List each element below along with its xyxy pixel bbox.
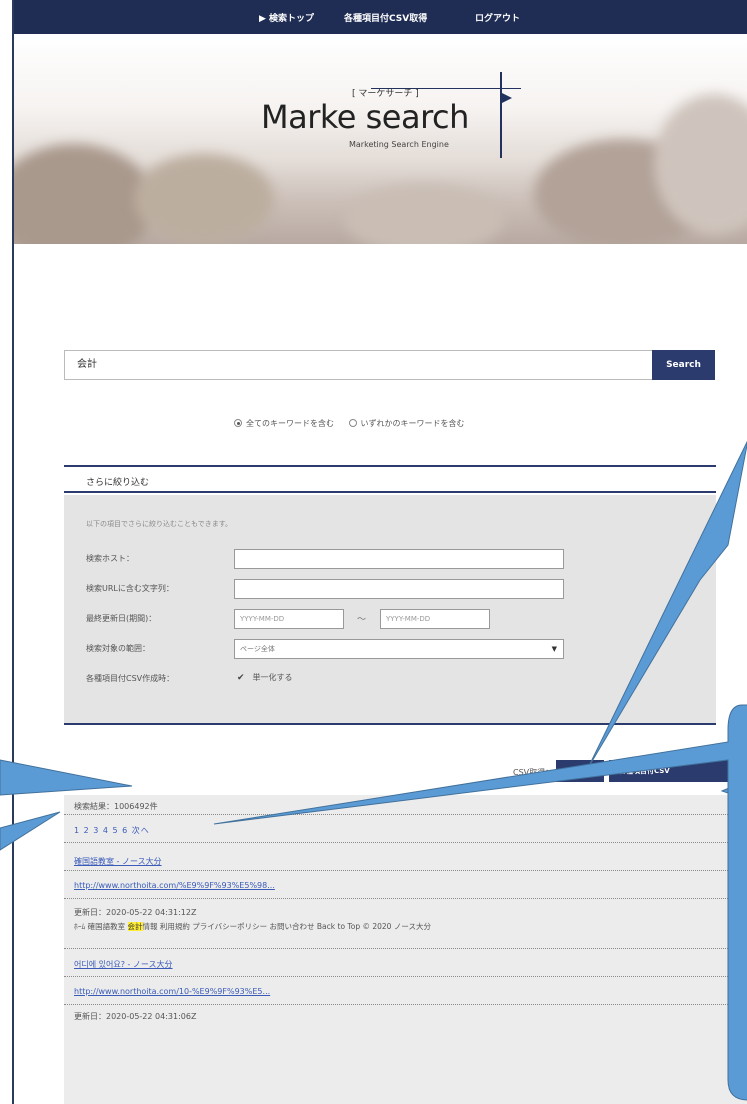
scope-select[interactable]: ページ全体 ▼ [234, 639, 564, 659]
nav-csv-download[interactable]: 各種項目付CSV取得 [344, 11, 427, 24]
radio-selected-icon [234, 419, 242, 427]
host-input[interactable] [234, 549, 564, 569]
scope-label: 検索対象の範囲： [86, 644, 150, 653]
result-title-link[interactable]: 確国語教室 - ノース大分 [74, 856, 162, 867]
date-from-input[interactable]: YYYY-MM-DD [234, 609, 344, 629]
result-detail-row: 更新日：2020-05-22 04:31:06Z [64, 1005, 747, 1035]
checkmark-icon: ✔ [237, 673, 245, 683]
result-snippet: ﾎｰﾑ 確国語教室 会計情報 利用規約 プライバシーポリシー お問い合わせ Ba… [74, 922, 431, 931]
date-to-input[interactable]: YYYY-MM-DD [380, 609, 490, 629]
keyword-mode-radios: 全てのキーワードを含む いずれかのキーワードを含む [234, 418, 465, 429]
result-url-link[interactable]: http://www.northoita.com/%E9%9F%93%E5%98… [74, 881, 275, 890]
url-label: 検索URLに含む文字列： [86, 584, 174, 593]
search-input[interactable]: 会計 [64, 350, 656, 380]
result-title-link[interactable]: 어디에 있어요? - ノース大分 [74, 959, 173, 970]
date-label: 最終更新日(期間)： [86, 614, 157, 623]
host-label: 検索ホスト： [86, 554, 134, 563]
search-button[interactable]: Search [652, 350, 715, 380]
filter-header: さらに絞り込む [64, 465, 716, 493]
radio-empty-icon [348, 419, 357, 427]
radio-all-keywords[interactable]: 全てのキーワードを含む [234, 419, 334, 428]
result-detail-row: 更新日：2020-05-22 04:31:12Z ﾎｰﾑ 確国語教室 会計情報 … [64, 899, 747, 949]
hero-banner: [ マーケサーチ ] Marke search Marketing Search… [14, 34, 747, 244]
radio-any-keyword[interactable]: いずれかのキーワードを含む [348, 419, 465, 428]
logo-mast [500, 72, 502, 158]
filter-hint: 以下の項目でさらに絞り込むこともできます。 [86, 520, 233, 528]
result-title-row: 確国語教室 - ノース大分 [64, 843, 747, 871]
csv-list-only-button[interactable]: 一覧のみ [556, 760, 604, 782]
single-csv-checkbox[interactable]: ✔ 単一化する [237, 672, 293, 683]
pagination[interactable]: 1 2 3 4 5 6 次へ [74, 825, 150, 836]
result-title-row: 어디에 있어요? - ノース大分 [64, 949, 747, 977]
top-nav: ▶ 検索トップ 各種項目付CSV取得 ログアウト [14, 0, 747, 34]
page-frame: ▶ 検索トップ 各種項目付CSV取得 ログアウト [ マーケサーチ ] Mark… [12, 0, 747, 1104]
nav-logout[interactable]: ログアウト [475, 11, 520, 24]
csv-with-fields-button[interactable]: 各種項目付CSV [609, 760, 747, 782]
logo-flag-icon [500, 92, 512, 104]
result-updated: 更新日：2020-05-22 04:31:12Z [74, 908, 197, 917]
nav-search-top[interactable]: ▶ 検索トップ [259, 11, 314, 24]
logo-tagline: Marketing Search Engine [349, 140, 449, 149]
result-updated: 更新日：2020-05-22 04:31:06Z [74, 1012, 197, 1021]
url-input[interactable] [234, 579, 564, 599]
pagination-row: 1 2 3 4 5 6 次へ [64, 815, 747, 843]
filter-body: 以下の項目でさらに絞り込むこともできます。 検索ホスト： 検索URLに含む文字列… [64, 495, 716, 725]
result-url-link[interactable]: http://www.northoita.com/10-%E9%9F%93%E5… [74, 987, 270, 996]
csv-label: CSV取得： [513, 768, 554, 777]
result-url-row: http://www.northoita.com/%E9%9F%93%E5%98… [64, 871, 747, 899]
result-url-row: http://www.northoita.com/10-%E9%9F%93%E5… [64, 977, 747, 1005]
results-count: 検索結果：1006492件 [74, 802, 158, 811]
keyword-highlight: 会計 [127, 922, 143, 931]
logo-name: Marke search [261, 98, 469, 136]
filter-panel: さらに絞り込む 以下の項目でさらに絞り込むこともできます。 検索ホスト： 検索U… [64, 465, 716, 725]
results-panel: 検索結果：1006492件 1 2 3 4 5 6 次へ 確国語教室 - ノース… [64, 795, 747, 1104]
csv-option-label: 各種項目付CSV作成時： [86, 674, 175, 683]
results-count-row: 検索結果：1006492件 [64, 795, 747, 815]
scope-value: ページ全体 [240, 645, 275, 653]
dropdown-caret-icon: ▼ [551, 645, 557, 653]
filter-title: さらに絞り込む [86, 478, 150, 488]
date-separator: 〜 [357, 615, 367, 625]
logo[interactable]: [ マーケサーチ ] Marke search Marketing Search… [259, 72, 521, 184]
